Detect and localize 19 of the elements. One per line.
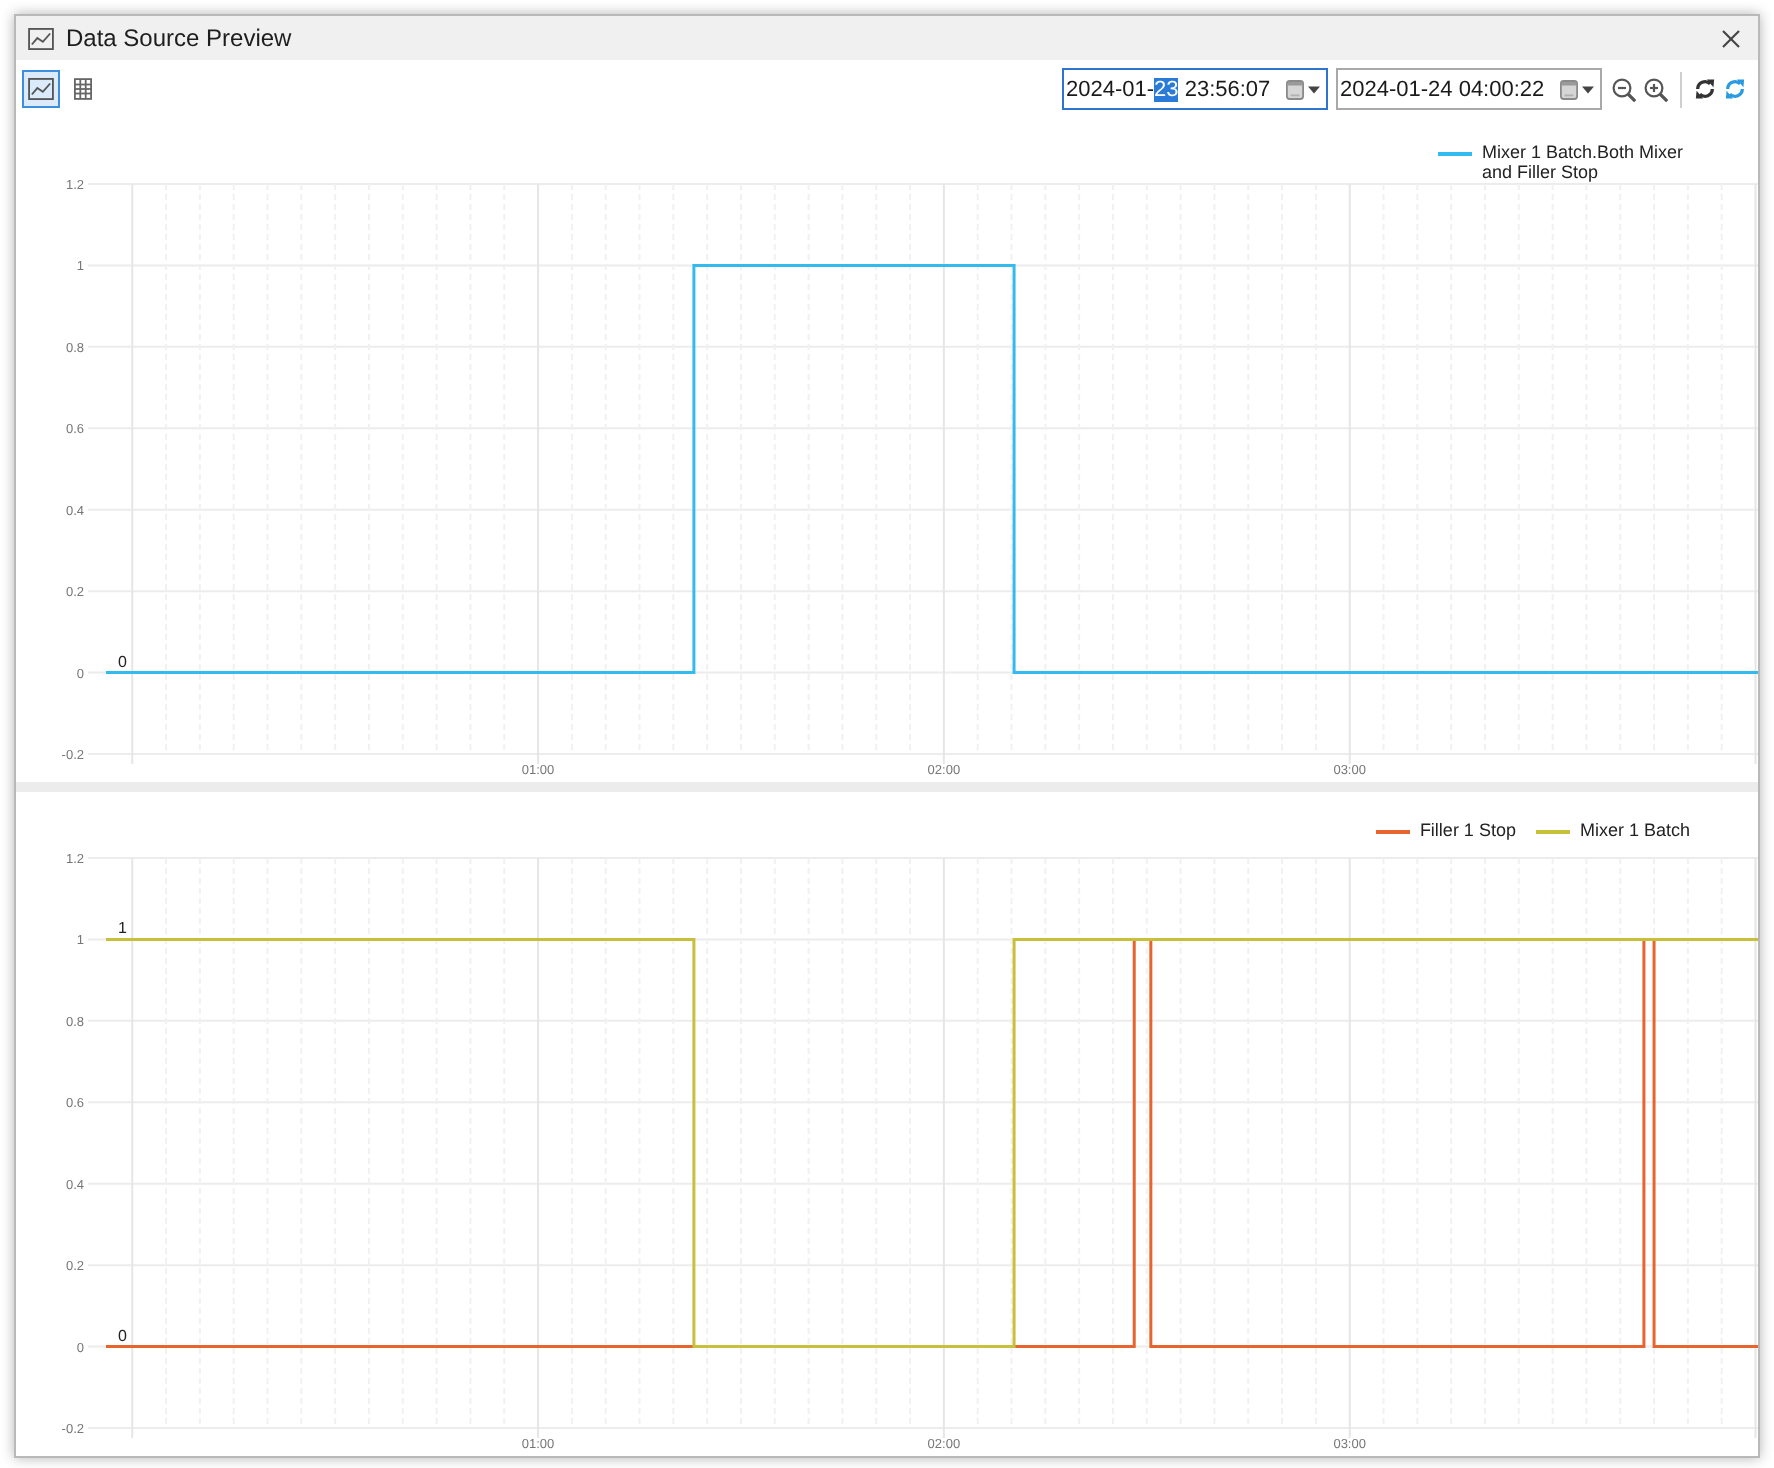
line-chart-icon[interactable] bbox=[28, 78, 54, 100]
caret-icon[interactable] bbox=[1582, 85, 1594, 93]
line-chart-icon bbox=[28, 27, 54, 49]
value-label: 1 bbox=[118, 919, 127, 938]
date-time-field[interactable]: 2024-01-23 23:56:07 bbox=[1062, 68, 1328, 110]
date-time-field[interactable]: 2024-01-24 04:00:22 bbox=[1336, 68, 1602, 110]
legend-label: Mixer 1 Batch.Both Mixer and Filler Stop bbox=[1482, 142, 1686, 182]
legend-label: Filler 1 Stop bbox=[1419, 820, 1516, 840]
window-title: Data Source Preview bbox=[66, 24, 292, 52]
close-button[interactable] bbox=[1716, 25, 1746, 51]
legend-label: Mixer 1 Batch bbox=[1579, 820, 1690, 840]
value-label: 0 bbox=[118, 652, 127, 671]
caret-icon[interactable] bbox=[1308, 85, 1320, 93]
chart-view-button[interactable] bbox=[22, 70, 60, 108]
table-icon[interactable] bbox=[74, 78, 92, 100]
close-icon[interactable] bbox=[1722, 29, 1740, 47]
value-label: 0 bbox=[118, 1326, 127, 1345]
date-time-value: 2024-01-23 23:56:07 bbox=[1066, 77, 1273, 101]
date-time-value: 2024-01-24 04:00:22 bbox=[1340, 77, 1547, 101]
